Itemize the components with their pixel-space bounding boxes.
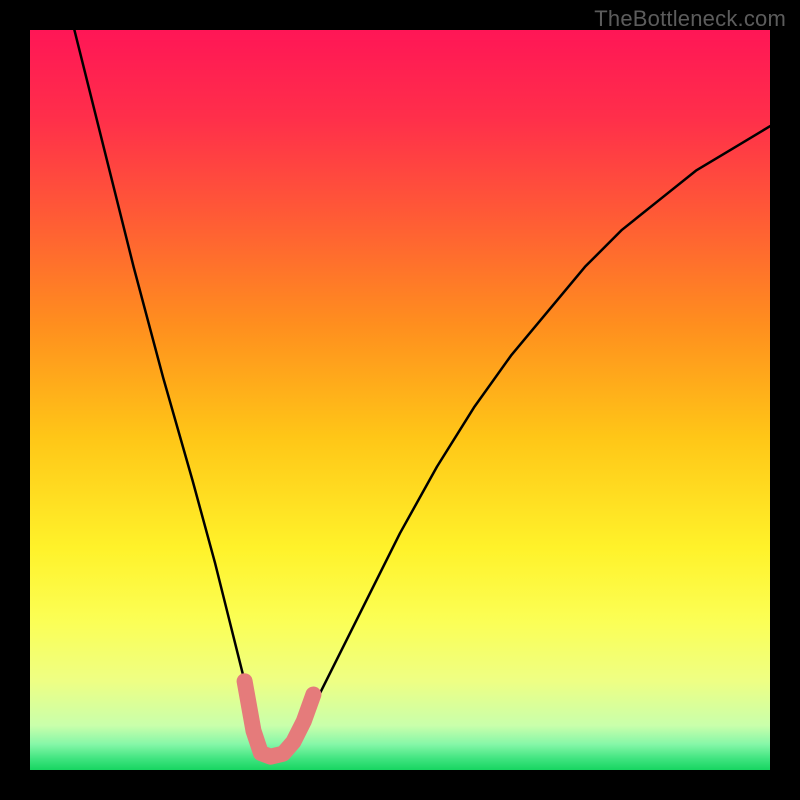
curve-marker-segment [245, 681, 314, 757]
chart-svg [30, 30, 770, 770]
plot-area [30, 30, 770, 770]
bottleneck-curve [74, 30, 770, 759]
chart-frame: TheBottleneck.com [0, 0, 800, 800]
watermark-text: TheBottleneck.com [594, 6, 786, 32]
